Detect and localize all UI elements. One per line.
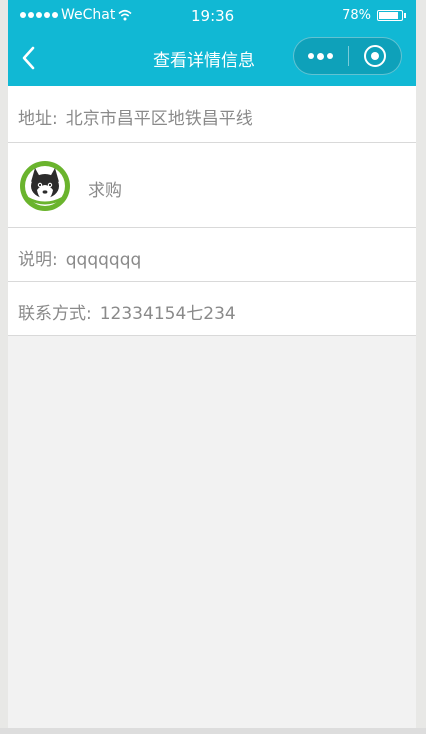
target-center-dot (371, 52, 379, 60)
signal-indicator: WeChat (20, 8, 132, 22)
status-bar: WeChat 19:36 78% (8, 0, 416, 30)
battery-percent: 78% (342, 8, 371, 23)
description-text: 说明: qqqqqqq (18, 245, 141, 270)
battery-icon (377, 10, 403, 21)
description-value: qqqqqqq (65, 250, 142, 270)
carrier-name: WeChat (61, 7, 116, 23)
chevron-left-icon (22, 46, 35, 70)
clock: 19:36 (191, 7, 235, 25)
address-label: 地址: (18, 109, 58, 129)
husky-avatar (20, 161, 70, 211)
wifi-icon (118, 9, 132, 21)
capsule-divider (348, 46, 349, 66)
app-screen: WeChat 19:36 78% 查看详情信息 地址: 北京市昌平区地铁昌平线 … (8, 0, 416, 728)
contact-row: 联系方式: 12334154七234 (8, 282, 416, 336)
contact-value: 12334154七234 (99, 304, 236, 324)
close-button[interactable] (350, 38, 402, 74)
address-value: 北京市昌平区地铁昌平线 (65, 109, 253, 129)
contact-text: 联系方式: 12334154七234 (18, 299, 236, 324)
description-label: 说明: (18, 250, 58, 270)
listing-type: 求购 (88, 181, 122, 201)
mini-program-capsule (293, 37, 402, 75)
address-row: 地址: 北京市昌平区地铁昌平线 (8, 86, 416, 143)
page-title: 查看详情信息 (153, 51, 255, 71)
navigation-bar: 查看详情信息 (8, 30, 416, 86)
bottom-edge (0, 728, 426, 734)
back-button[interactable] (18, 44, 42, 72)
more-dots-icon (308, 52, 333, 60)
more-button[interactable] (294, 38, 348, 74)
contact-label: 联系方式: (18, 304, 92, 324)
description-row: 说明: qqqqqqq (8, 228, 416, 282)
type-row: 求购 (8, 143, 416, 228)
battery-tip (404, 13, 406, 18)
battery-indicator: 78% (342, 8, 406, 23)
battery-fill (379, 12, 398, 19)
signal-dots-icon (20, 12, 58, 18)
header-bar: WeChat 19:36 78% 查看详情信息 (8, 0, 416, 86)
address-text: 地址: 北京市昌平区地铁昌平线 (18, 104, 253, 129)
